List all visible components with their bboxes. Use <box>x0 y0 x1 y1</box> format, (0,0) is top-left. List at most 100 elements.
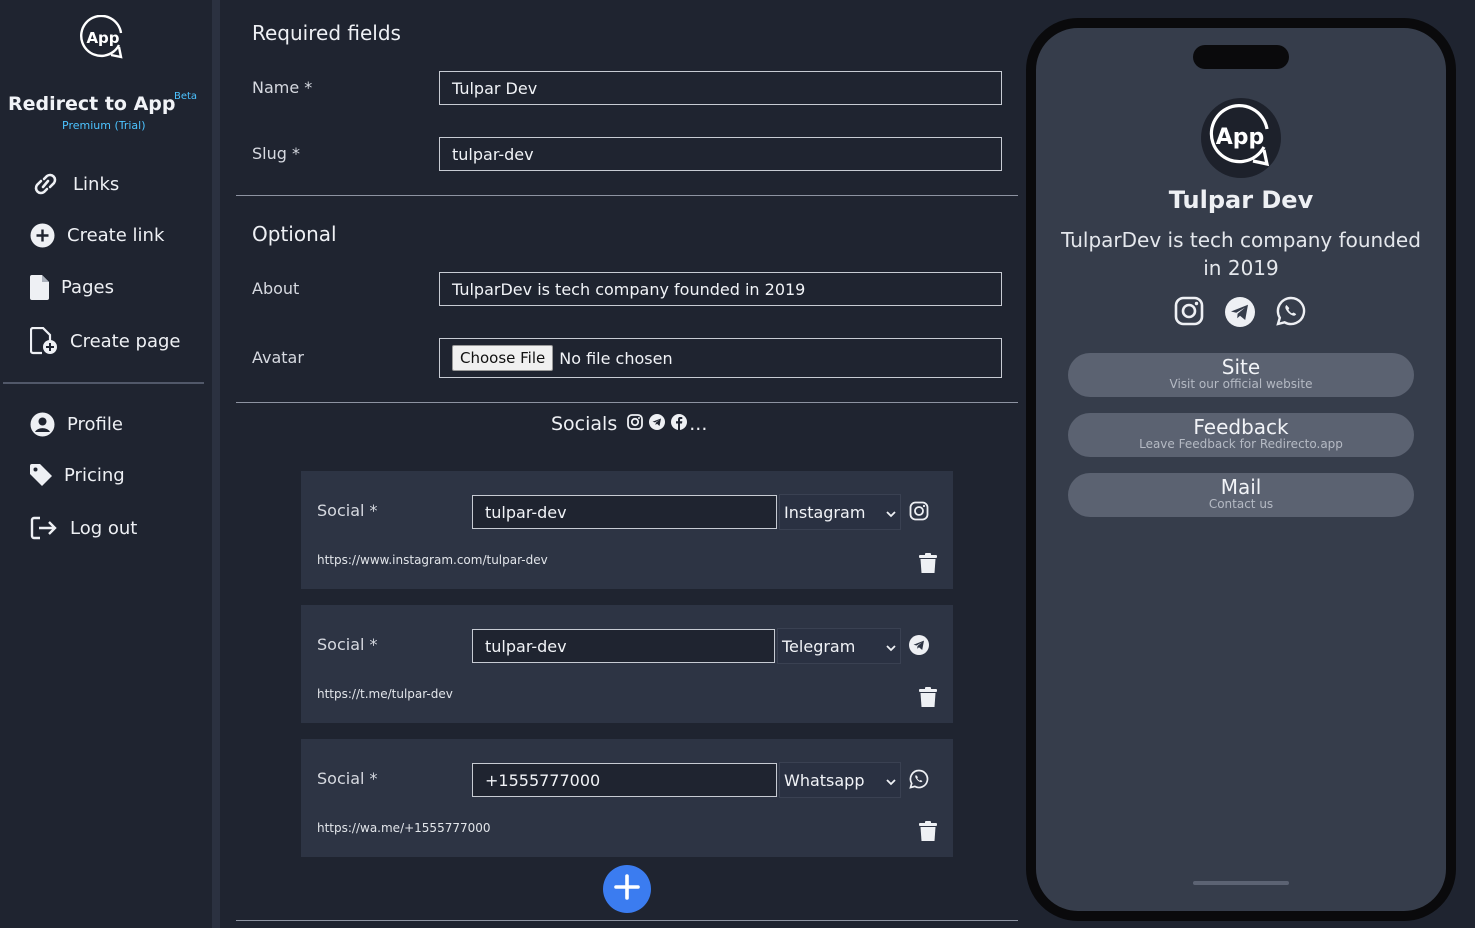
name-label: Name * <box>252 78 313 97</box>
link-title: Feedback <box>1193 415 1289 439</box>
sidebar-item-label: Profile <box>67 414 123 435</box>
brand-name: Redirect to App <box>8 93 176 115</box>
social-platform-select[interactable]: Whatsapp <box>779 762 901 798</box>
about-input[interactable]: TulparDev is tech company founded in 201… <box>439 272 1002 306</box>
name-input[interactable]: Tulpar Dev <box>439 71 1002 105</box>
sidebar-edge <box>212 0 220 928</box>
sidebar: App Redirect to App Beta Premium (Trial)… <box>0 0 212 928</box>
logo-text: App <box>86 29 119 47</box>
file-status: No file chosen <box>559 348 673 368</box>
instagram-icon <box>627 413 644 435</box>
avatar-label: Avatar <box>252 348 304 367</box>
app-logo[interactable]: App <box>79 14 127 63</box>
optional-section-title: Optional <box>252 222 337 246</box>
telegram-icon[interactable] <box>1224 296 1256 332</box>
link-subtitle: Visit our official website <box>1169 377 1313 391</box>
whatsapp-icon[interactable] <box>1276 296 1306 332</box>
telegram-icon <box>909 635 929 659</box>
link-subtitle: Contact us <box>1208 497 1274 511</box>
preview-link-site[interactable]: Site Visit our official website <box>1068 353 1414 397</box>
user-circle-icon <box>30 412 55 437</box>
preview-about: TulparDev is tech company founded in 201… <box>1061 228 1421 280</box>
whatsapp-icon <box>909 769 929 793</box>
social-label: Social * <box>317 635 378 654</box>
sidebar-item-pages[interactable]: Pages <box>30 275 114 300</box>
phone-notch <box>1193 45 1289 69</box>
preview-link-feedback[interactable]: Feedback Leave Feedback for Redirecto.ap… <box>1068 413 1414 457</box>
facebook-icon <box>671 413 688 435</box>
sidebar-item-label: Create link <box>67 225 165 246</box>
chevron-down-icon <box>886 637 896 656</box>
social-card: Social * tulpar-dev Instagram https://ww… <box>301 471 953 589</box>
sidebar-item-label: Pricing <box>64 464 125 486</box>
social-card: Social * tulpar-dev Telegram https://t.m… <box>301 605 953 723</box>
instagram-icon[interactable] <box>1174 296 1204 332</box>
link-icon <box>30 171 61 197</box>
home-indicator <box>1193 881 1289 885</box>
sidebar-item-links[interactable]: Links <box>30 171 119 197</box>
plus-circle-icon <box>30 223 55 248</box>
chevron-down-icon <box>886 503 896 522</box>
sidebar-item-pricing[interactable]: Pricing <box>30 464 125 486</box>
avatar: App <box>1201 98 1281 178</box>
sidebar-item-profile[interactable]: Profile <box>30 412 123 437</box>
socials-heading: Socials ... <box>551 413 707 435</box>
section-divider <box>236 402 1018 403</box>
link-title: Mail <box>1220 475 1262 499</box>
avatar-text: App <box>1216 125 1265 150</box>
trash-icon[interactable] <box>919 553 937 577</box>
social-card: Social * +1555777000 Whatsapp https://wa… <box>301 739 953 857</box>
file-icon <box>30 275 49 300</box>
social-url: https://t.me/tulpar-dev <box>317 687 453 701</box>
phone-preview: App Tulpar Dev TulparDev is tech company… <box>1026 18 1456 921</box>
slug-label: Slug * <box>252 144 300 163</box>
selected-platform: Telegram <box>782 636 856 656</box>
social-handle-input[interactable]: tulpar-dev <box>472 495 777 529</box>
choose-file-button[interactable]: Choose File <box>452 345 554 371</box>
selected-platform: Instagram <box>784 502 866 522</box>
link-title: Site <box>1221 355 1261 379</box>
avatar-file-input[interactable]: Choose File No file chosen <box>439 338 1002 378</box>
social-handle-input[interactable]: tulpar-dev <box>472 629 775 663</box>
sidebar-item-logout[interactable]: Log out <box>30 516 137 540</box>
about-label: About <box>252 279 300 298</box>
sidebar-item-create-page[interactable]: Create page <box>30 327 181 355</box>
socials-title: Socials <box>551 413 618 435</box>
sidebar-item-label: Create page <box>70 330 181 352</box>
page-form: Required fields Name * Tulpar Dev Slug *… <box>220 0 1026 928</box>
trash-icon[interactable] <box>919 687 937 711</box>
selected-platform: Whatsapp <box>784 770 865 790</box>
social-handle-input[interactable]: +1555777000 <box>472 763 777 797</box>
plan-label: Premium (Trial) <box>62 119 146 132</box>
instagram-icon <box>909 501 929 525</box>
sidebar-divider <box>3 382 204 384</box>
logout-icon <box>30 516 58 540</box>
social-platform-select[interactable]: Telegram <box>777 628 901 664</box>
social-platform-select[interactable]: Instagram <box>779 494 901 530</box>
social-label: Social * <box>317 769 378 788</box>
sidebar-item-create-link[interactable]: Create link <box>30 223 164 248</box>
slug-input[interactable]: tulpar-dev <box>439 137 1002 171</box>
chevron-down-icon <box>886 771 896 790</box>
plus-icon <box>614 874 640 904</box>
sidebar-item-label: Links <box>73 173 120 195</box>
social-url: https://www.instagram.com/tulpar-dev <box>317 553 548 567</box>
section-divider <box>236 920 1018 921</box>
trash-icon[interactable] <box>919 821 937 845</box>
preview-link-mail[interactable]: Mail Contact us <box>1068 473 1414 517</box>
link-subtitle: Leave Feedback for Redirecto.app <box>1139 437 1343 451</box>
section-divider <box>236 195 1018 196</box>
sidebar-item-label: Log out <box>70 517 138 539</box>
social-label: Social * <box>317 501 378 520</box>
add-social-button[interactable] <box>603 865 651 913</box>
sidebar-item-label: Pages <box>61 277 114 298</box>
telegram-icon <box>649 413 666 435</box>
tag-icon <box>30 464 52 486</box>
preview-socials <box>1174 296 1306 332</box>
file-plus-icon <box>30 327 58 355</box>
socials-more: ... <box>689 413 708 435</box>
preview-name: Tulpar Dev <box>1168 186 1314 214</box>
beta-badge: Beta <box>174 91 198 102</box>
required-section-title: Required fields <box>252 21 401 45</box>
social-url: https://wa.me/+1555777000 <box>317 821 491 835</box>
